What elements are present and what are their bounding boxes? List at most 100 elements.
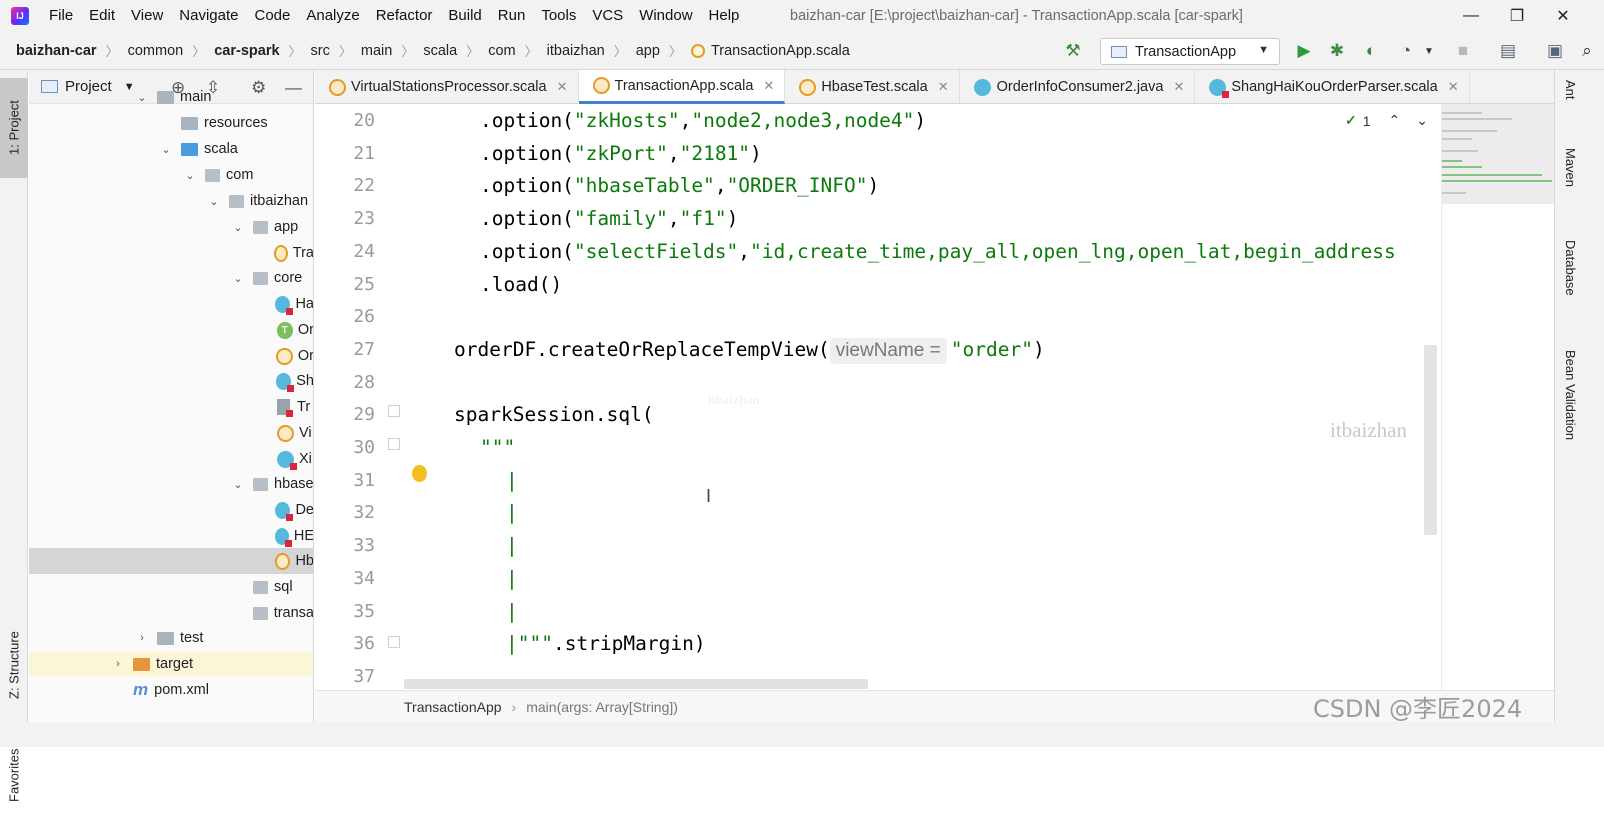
chevron-down-icon[interactable]: ⌄ xyxy=(135,91,149,104)
code-line[interactable]: .option("selectFields","id,create_time,p… xyxy=(480,235,1396,268)
crumb-project[interactable]: baizhan-car xyxy=(16,43,97,59)
menu-view[interactable]: View xyxy=(123,0,171,32)
bean-validation-tool-tab[interactable]: Bean Validation xyxy=(1563,350,1578,440)
stop-icon[interactable]: ■ xyxy=(1452,40,1474,62)
run-configuration-select[interactable]: TransactionApp ▼ xyxy=(1100,38,1280,65)
crumb-common[interactable]: common xyxy=(128,43,184,59)
chevron-down-icon[interactable]: ⌄ xyxy=(159,143,173,156)
inspection-widget[interactable]: ✓ 1 ⌃ ⌄ xyxy=(1345,112,1428,129)
horizontal-scrollbar[interactable] xyxy=(404,679,868,689)
crumb-module[interactable]: car-spark xyxy=(214,43,279,59)
next-highlight-icon[interactable]: ⌄ xyxy=(1416,112,1428,129)
crumb-src[interactable]: src xyxy=(311,43,330,59)
tree-item[interactable]: ⌄ com xyxy=(29,162,313,188)
close-tab-icon[interactable]: ✕ xyxy=(1173,79,1184,95)
tree-item[interactable]: m pom.xml xyxy=(29,677,313,703)
editor-tab[interactable]: OrderInfoConsumer2.java ✕ xyxy=(960,70,1196,104)
tree-item[interactable]: › target xyxy=(29,651,313,677)
tree-item[interactable]: Tr xyxy=(29,394,313,420)
code-line[interactable]: .option("hbaseTable","ORDER_INFO") xyxy=(480,169,879,202)
minimize-button[interactable]: — xyxy=(1448,0,1494,32)
crumb-scala[interactable]: scala xyxy=(423,43,457,59)
previous-highlight-icon[interactable]: ⌃ xyxy=(1389,112,1401,129)
menu-refactor[interactable]: Refactor xyxy=(368,0,441,32)
vertical-scrollbar[interactable] xyxy=(1424,345,1437,535)
tree-item[interactable]: De xyxy=(29,497,313,523)
structure-tool-tab[interactable]: Z: Structure xyxy=(0,610,28,720)
code-line[interactable]: | xyxy=(506,496,518,529)
fold-marker-icon[interactable] xyxy=(388,438,400,450)
tree-item[interactable]: sql xyxy=(29,574,313,600)
project-structure-icon[interactable]: ▤ xyxy=(1497,40,1519,62)
menu-run[interactable]: Run xyxy=(490,0,534,32)
menu-window[interactable]: Window xyxy=(631,0,700,32)
editor-tab[interactable]: TransactionApp.scala ✕ xyxy=(578,70,786,104)
fold-marker-icon[interactable] xyxy=(388,636,400,648)
terminal-icon[interactable]: ▣ xyxy=(1544,40,1566,62)
profile-icon[interactable]: ◔ xyxy=(1395,40,1417,62)
close-tab-icon[interactable]: ✕ xyxy=(763,78,774,94)
chevron-down-icon[interactable]: ⌄ xyxy=(231,478,245,491)
menu-navigate[interactable]: Navigate xyxy=(171,0,246,32)
ant-tool-tab[interactable]: Ant xyxy=(1563,80,1578,100)
code-line[interactable]: .option("zkPort","2181") xyxy=(480,137,762,170)
code-minimap[interactable] xyxy=(1441,104,1554,690)
tree-item[interactable]: transa xyxy=(29,600,313,626)
tree-item[interactable]: Or xyxy=(29,343,313,369)
code-line[interactable]: | xyxy=(506,595,518,628)
code-line[interactable]: |""".stripMargin) xyxy=(506,627,706,660)
close-tab-icon[interactable]: ✕ xyxy=(938,79,949,95)
code-line[interactable]: .option("zkHosts","node2,node3,node4") xyxy=(480,104,926,137)
tree-item[interactable]: ⌄ core xyxy=(29,265,313,291)
tree-item[interactable]: ⌄ app xyxy=(29,214,313,240)
menu-help[interactable]: Help xyxy=(701,0,748,32)
close-window-button[interactable]: ✕ xyxy=(1540,0,1586,32)
fold-marker-icon[interactable] xyxy=(388,405,400,417)
code-editor[interactable]: .option("zkHosts","node2,node3,node4") .o… xyxy=(426,104,1441,690)
crumb-itbaizhan[interactable]: itbaizhan xyxy=(547,43,605,59)
menu-vcs[interactable]: VCS xyxy=(584,0,631,32)
tree-item[interactable]: T Or xyxy=(29,317,313,343)
code-line[interactable]: sparkSession.sql( xyxy=(454,398,654,431)
tree-item[interactable]: ⌄ main xyxy=(29,84,313,110)
crumb-method[interactable]: main(args: Array[String]) xyxy=(526,699,678,715)
menu-edit[interactable]: Edit xyxy=(81,0,123,32)
tree-item[interactable]: › test xyxy=(29,625,313,651)
tree-item[interactable]: Ha xyxy=(29,291,313,317)
build-hammer-icon[interactable]: ⚒ xyxy=(1062,40,1084,62)
search-everywhere-icon[interactable]: ⌕ xyxy=(1576,40,1598,62)
menu-tools[interactable]: Tools xyxy=(533,0,584,32)
tree-item[interactable]: Hb xyxy=(29,548,313,574)
tree-item[interactable]: resources xyxy=(29,110,313,136)
database-tool-tab[interactable]: Database xyxy=(1563,240,1578,296)
code-line[interactable]: """ xyxy=(480,431,515,464)
editor-tab[interactable]: HbaseTest.scala ✕ xyxy=(785,70,960,104)
tree-item[interactable]: Vi xyxy=(29,420,313,446)
tree-item[interactable]: ⌄ itbaizhan xyxy=(29,188,313,214)
crumb-app[interactable]: app xyxy=(636,43,660,59)
debug-icon[interactable]: ✱ xyxy=(1326,40,1348,62)
code-line[interactable]: | xyxy=(506,464,518,497)
close-tab-icon[interactable]: ✕ xyxy=(557,79,568,95)
code-line[interactable]: orderDF.createOrReplaceTempView(viewName… xyxy=(454,333,1045,366)
crumb-main[interactable]: main xyxy=(361,43,392,59)
tree-item[interactable]: Sh xyxy=(29,368,313,394)
tree-item[interactable]: ⌄ hbase xyxy=(29,471,313,497)
tree-item[interactable]: Xi xyxy=(29,446,313,472)
favorites-tool-tab[interactable]: Favorites xyxy=(0,735,28,815)
editor-tab[interactable]: VirtualStationsProcessor.scala ✕ xyxy=(315,70,579,104)
code-line[interactable]: | xyxy=(506,529,518,562)
chevron-down-icon[interactable]: ⌄ xyxy=(231,272,245,285)
tree-item[interactable]: HE xyxy=(29,523,313,549)
crumb-file[interactable]: TransactionApp.scala xyxy=(690,43,850,59)
menu-analyze[interactable]: Analyze xyxy=(298,0,367,32)
chevron-down-icon[interactable]: ⌄ xyxy=(231,221,245,234)
maximize-button[interactable]: ❐ xyxy=(1494,0,1540,32)
menu-file[interactable]: File xyxy=(41,0,81,32)
intention-bulb-icon[interactable] xyxy=(412,465,427,482)
close-tab-icon[interactable]: ✕ xyxy=(1448,79,1459,95)
chevron-down-icon[interactable]: ⌄ xyxy=(183,169,197,182)
tree-item[interactable]: Tra xyxy=(29,240,313,266)
chevron-down-icon[interactable]: ⌄ xyxy=(207,195,221,208)
maven-tool-tab[interactable]: Maven xyxy=(1563,148,1578,187)
